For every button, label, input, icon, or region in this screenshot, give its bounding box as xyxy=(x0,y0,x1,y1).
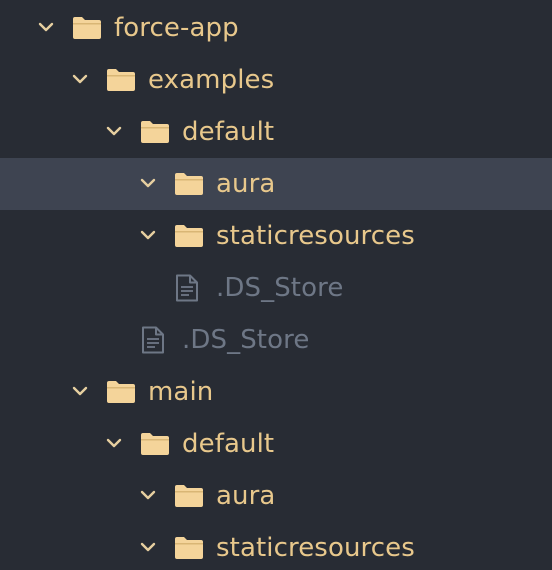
tree-item-label: examples xyxy=(148,65,275,95)
file-tree: force-app examples default aura staticre… xyxy=(0,0,552,570)
tree-item-aura-selected[interactable]: aura xyxy=(0,158,552,210)
tree-item-ds-store[interactable]: .DS_Store xyxy=(0,262,552,314)
folder-icon xyxy=(72,2,102,54)
tree-item-label: main xyxy=(148,377,214,407)
chevron-down-icon[interactable] xyxy=(138,470,158,522)
file-text-icon xyxy=(175,262,199,314)
tree-item-label: default xyxy=(182,429,275,459)
folder-icon xyxy=(106,54,136,106)
chevron-down-icon[interactable] xyxy=(138,210,158,262)
tree-item-label: aura xyxy=(216,481,276,511)
tree-item-default[interactable]: default xyxy=(0,418,552,470)
folder-icon xyxy=(174,158,204,210)
file-text-icon xyxy=(141,314,165,366)
tree-item-aura[interactable]: aura xyxy=(0,470,552,522)
tree-item-staticresources[interactable]: staticresources xyxy=(0,522,552,570)
folder-icon xyxy=(140,418,170,470)
chevron-down-icon[interactable] xyxy=(138,158,158,210)
chevron-down-icon[interactable] xyxy=(70,366,90,418)
tree-item-label: .DS_Store xyxy=(216,273,344,303)
tree-item-force-app[interactable]: force-app xyxy=(0,2,552,54)
tree-item-ds-store[interactable]: .DS_Store xyxy=(0,314,552,366)
tree-item-main[interactable]: main xyxy=(0,366,552,418)
tree-item-label: staticresources xyxy=(216,221,415,251)
tree-item-default[interactable]: default xyxy=(0,106,552,158)
folder-icon xyxy=(106,366,136,418)
chevron-down-icon[interactable] xyxy=(138,522,158,570)
tree-item-label: .DS_Store xyxy=(182,325,310,355)
folder-icon xyxy=(174,522,204,570)
tree-item-label: default xyxy=(182,117,275,147)
chevron-down-icon[interactable] xyxy=(70,54,90,106)
chevron-down-icon[interactable] xyxy=(104,106,124,158)
folder-icon xyxy=(140,106,170,158)
tree-item-staticresources[interactable]: staticresources xyxy=(0,210,552,262)
tree-item-label: force-app xyxy=(114,13,239,43)
folder-icon xyxy=(174,470,204,522)
folder-icon xyxy=(174,210,204,262)
tree-item-examples[interactable]: examples xyxy=(0,54,552,106)
chevron-down-icon[interactable] xyxy=(104,418,124,470)
tree-item-label: staticresources xyxy=(216,533,415,563)
tree-item-label: aura xyxy=(216,169,276,199)
chevron-down-icon[interactable] xyxy=(36,2,56,54)
